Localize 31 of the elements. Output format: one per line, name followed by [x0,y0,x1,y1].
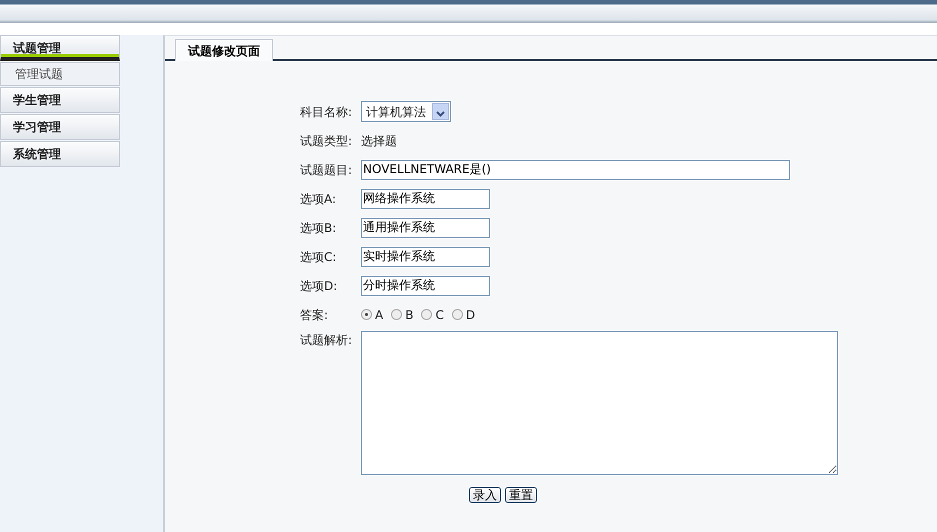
field-value: 选择题 [361,132,397,150]
form-button[interactable]: 录入 [469,487,501,503]
caret-icon [432,103,449,120]
sidebar-group[interactable]: 系统管理 [0,141,120,167]
field-label: 科目名称: [300,104,354,120]
input-field[interactable]: 通用操作系统 [361,218,490,238]
input-field[interactable]: 网络操作系统 [361,188,490,208]
form-button[interactable]: 重置 [505,487,537,503]
field-label: 试题题目: [300,162,354,178]
field-label: 选项D: [300,278,338,294]
field-label: 试题解析: [300,332,354,349]
sidebar-group[interactable]: 学习管理 [0,114,120,140]
field-label: 选项B: [300,220,338,236]
radio-option[interactable]: A [361,306,384,324]
radio-option[interactable]: B [391,306,414,324]
radio-option[interactable]: D [452,306,476,324]
answer-box[interactable] [361,331,838,475]
select-value: 计算机算法 [366,104,426,120]
field-label: 选项A: [300,190,338,208]
sidebar-group[interactable]: 学生管理 [0,87,120,113]
input-field[interactable]: 分时操作系统 [361,276,490,296]
sidebar-item[interactable]: 管理试题 [0,62,120,86]
sidebar-group[interactable]: 试题管理 [0,35,120,61]
field-label: 选项C: [300,248,338,266]
field-label: 试题类型: [300,132,354,150]
field-label: 答案: [300,306,330,324]
input-field[interactable]: NOVELLNETWARE是() [361,160,790,180]
tab[interactable]: 试题修改页面 [175,39,273,61]
radio-option[interactable]: C [421,306,444,324]
input-field[interactable]: 实时操作系统 [361,246,490,266]
subject-select[interactable]: 计算机算法 [361,101,451,122]
